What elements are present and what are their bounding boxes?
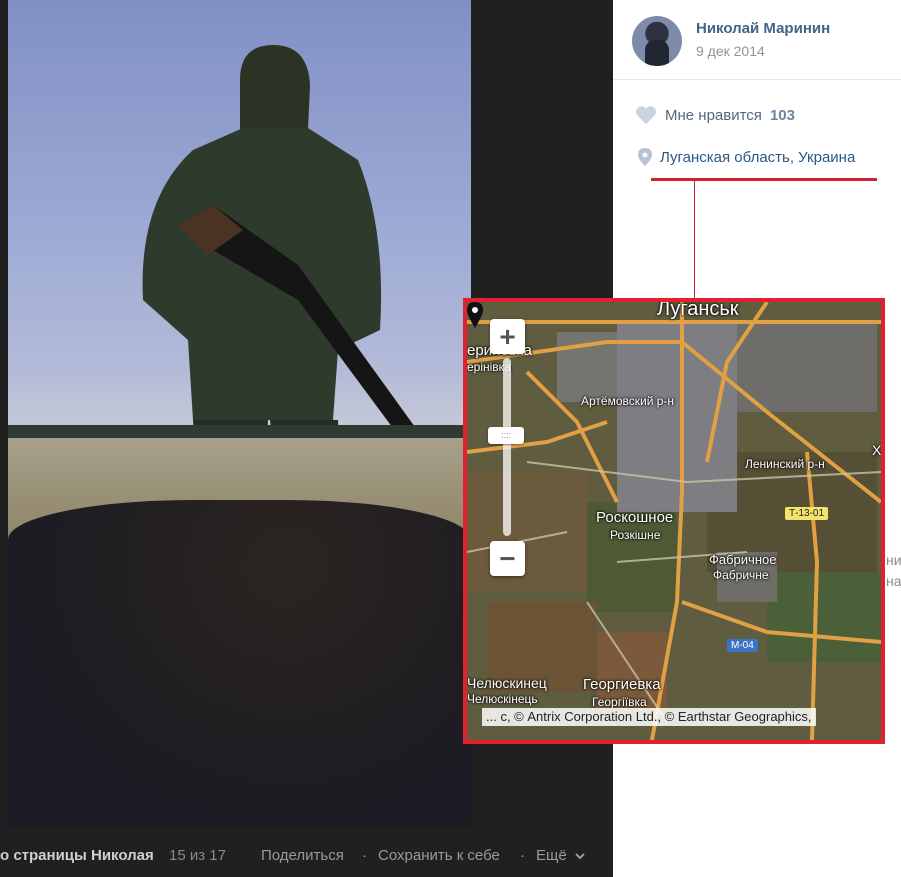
zoom-slider-track[interactable] [503, 358, 511, 536]
map-label-chelyuskinets: Челюскинец [467, 675, 547, 691]
separator-dot: · [362, 847, 367, 864]
map-label-edge-x: Х [872, 442, 882, 458]
highlight-connector-line [694, 181, 695, 304]
avatar[interactable] [632, 16, 682, 66]
share-button[interactable]: Поделиться [261, 847, 344, 864]
cut-off-text: ни на. [886, 552, 901, 589]
location-text: Луганская область, Украина [660, 148, 856, 166]
more-label: Ещё [536, 847, 567, 864]
like-button[interactable]: Мне нравится 103 [635, 104, 795, 126]
zoom-slider-handle[interactable]: :::: [488, 427, 524, 444]
location-link[interactable]: Луганская область, Украина [638, 146, 855, 168]
route-badge-t1301: Т-13-01 [785, 507, 829, 520]
photo-ground [8, 500, 471, 826]
like-label: Мне нравится [665, 106, 762, 124]
photo-counter: 15 из 17 [169, 847, 226, 864]
map-label-fabrichnoe-ua: Фабричне [713, 568, 769, 582]
author-name[interactable]: Николай Маринин [696, 20, 830, 37]
map-label-lugansk: Луганськ [657, 298, 739, 320]
viewer-bottom-bar: о страницы Николая 15 из 17 Поделиться ·… [0, 838, 613, 876]
zoom-in-button[interactable]: + [490, 319, 525, 354]
heart-icon [636, 106, 656, 125]
map-label-artemovsky: Артёмовский р-н [581, 394, 675, 408]
map-inset[interactable]: Луганськ еринoвка ерінівка Артёмовский р… [463, 298, 885, 744]
location-pin-icon [638, 148, 652, 166]
map-label-roskoshnoe-ua: Розкішне [610, 528, 661, 542]
separator-dot: · [520, 847, 525, 864]
highlight-underline [651, 178, 877, 181]
map-label-chelyuskinets-ua: Челюскінець [467, 692, 538, 706]
photo-owner-link[interactable]: о страницы Николая [0, 847, 154, 864]
zoom-out-button[interactable]: − [490, 541, 525, 576]
save-to-me-button[interactable]: Сохранить к себе [378, 847, 500, 864]
map-label-leninsky: Ленинский р-н [745, 457, 825, 471]
map-label-fabrichnoe: Фабричное [709, 552, 777, 567]
photo-treeline [8, 425, 471, 439]
map-attribution: ... с, © Antrix Corporation Ltd., © Eart… [482, 708, 816, 726]
more-button[interactable]: Ещё [536, 847, 586, 864]
map-label-georgievka: Георгиевка [583, 676, 661, 693]
like-count: 103 [769, 106, 795, 124]
map-marker-icon[interactable] [467, 302, 483, 328]
map-label-georgievka-ua: Георгіївка [592, 695, 647, 709]
photo[interactable] [8, 0, 471, 826]
map-label-roskoshnoe: Роскошное [596, 509, 674, 526]
route-badge-m04: М-04 [727, 639, 758, 652]
post-date[interactable]: 9 дек 2014 [696, 43, 765, 59]
author-header: Николай Маринин 9 дек 2014 [613, 0, 901, 80]
chevron-down-icon [575, 853, 585, 860]
